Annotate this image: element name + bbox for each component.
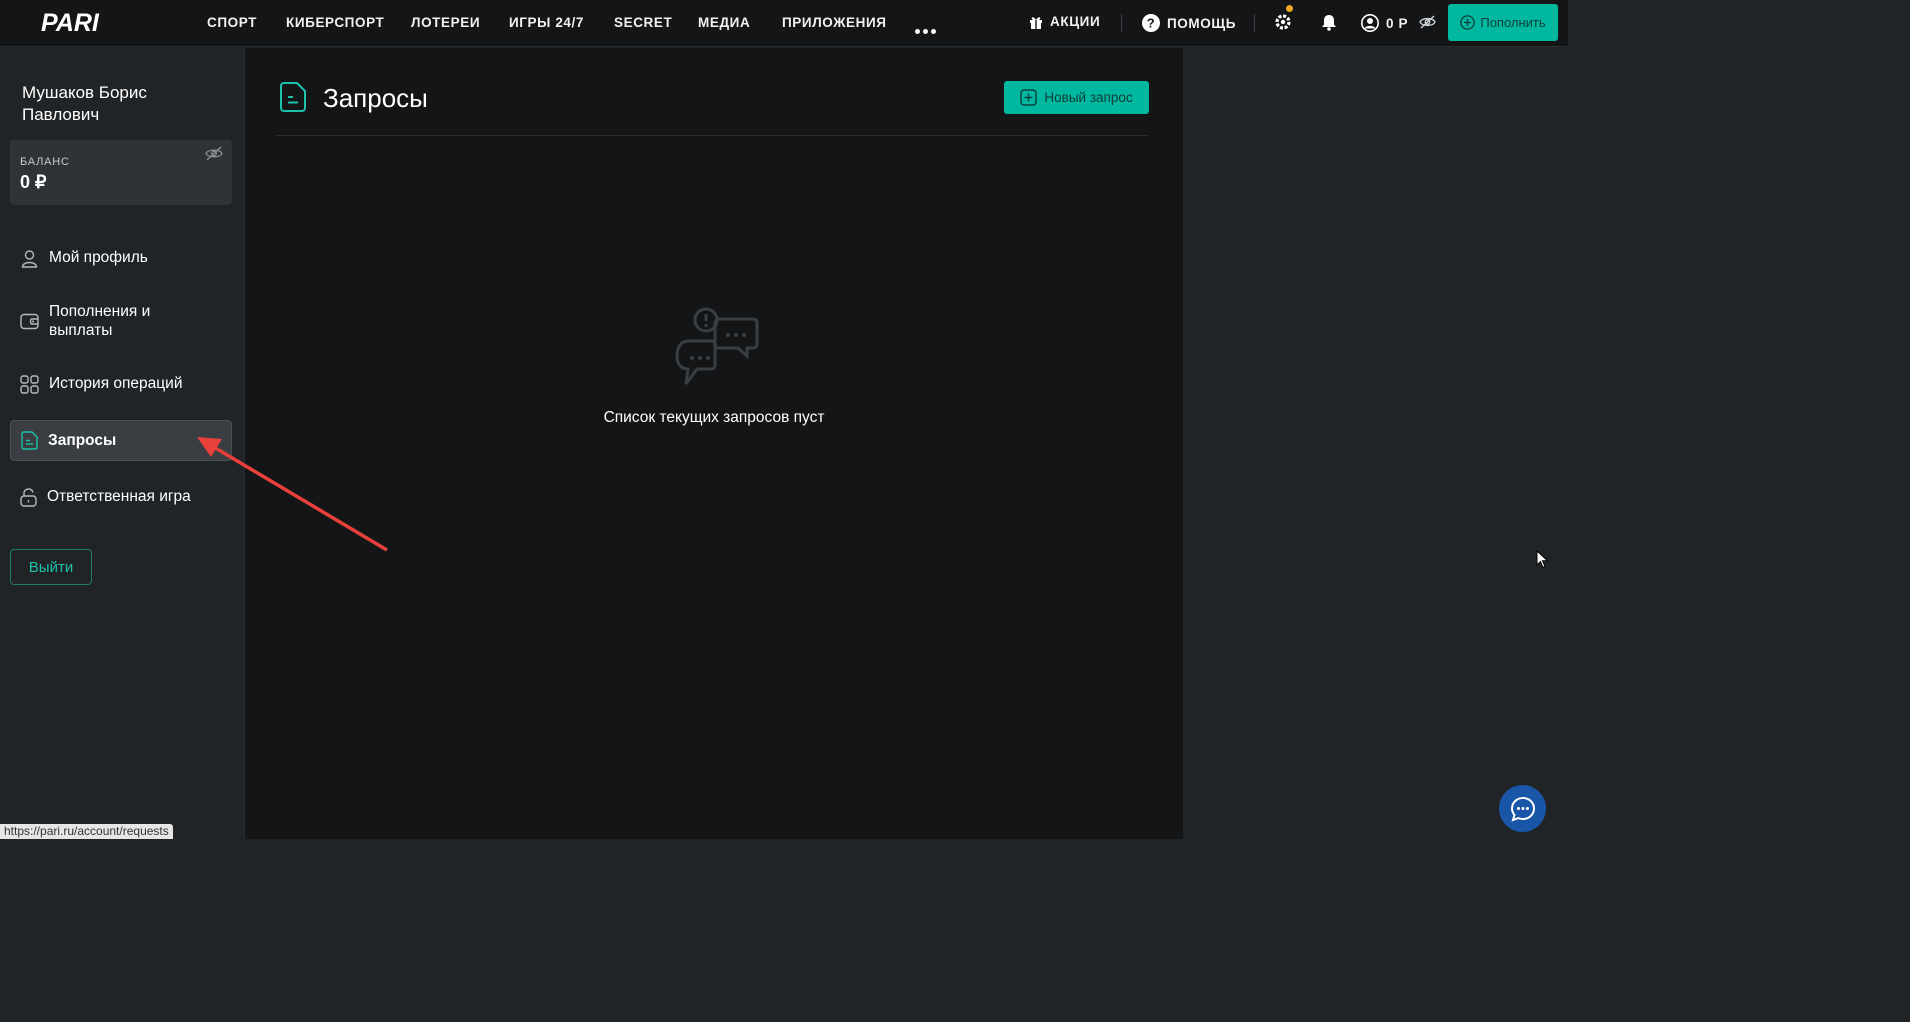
nav-esports[interactable]: КИБЕРСПОРТ (286, 15, 384, 30)
account-balance-button[interactable]: 0 Р (1361, 14, 1408, 32)
help-icon: ? (1142, 14, 1160, 32)
sidebar-item-label: История операций (49, 375, 183, 392)
settings-button[interactable] (1274, 5, 1293, 36)
sidebar-item-requests[interactable]: Запросы (10, 420, 232, 461)
sidebar-item-label: Ответственная игра (47, 488, 191, 505)
settings-notification-dot (1286, 5, 1293, 12)
svg-text:PARI: PARI (41, 9, 100, 35)
eye-off-icon (1419, 15, 1436, 29)
chat-bubbles-icon (675, 307, 759, 385)
topup-button[interactable]: Пополнить (1448, 4, 1558, 41)
sidebar-item-history[interactable]: История операций (10, 368, 232, 400)
help-label: ПОМОЩЬ (1167, 15, 1237, 31)
new-request-button[interactable]: Новый запрос (1004, 81, 1149, 114)
plus-circle-icon (1460, 15, 1476, 30)
notifications-button[interactable] (1321, 14, 1337, 36)
divider (276, 135, 1149, 136)
logout-button[interactable]: Выйти (10, 549, 92, 585)
new-request-label: Новый запрос (1044, 90, 1133, 105)
hide-balance-button[interactable] (1419, 15, 1436, 34)
plus-square-icon (1020, 89, 1038, 106)
sidebar-item-label: Запросы (48, 431, 117, 449)
lock-icon (20, 487, 37, 507)
header-balance: 0 Р (1386, 15, 1409, 31)
chat-icon (1510, 796, 1535, 822)
page-title: Запросы (323, 83, 428, 113)
help-link[interactable]: ? ПОМОЩЬ (1142, 14, 1236, 32)
browser-status-url: https://pari.ru/account/requests (0, 824, 173, 839)
nav-apps[interactable]: ПРИЛОЖЕНИЯ (782, 15, 887, 30)
promos-link[interactable]: АКЦИИ (1029, 14, 1100, 29)
gift-icon (1030, 16, 1042, 29)
empty-state-text: Список текущих запросов пуст (603, 409, 825, 426)
account-icon (1361, 14, 1379, 32)
main-content: Запросы Новый запрос Список текущих запр… (245, 48, 1183, 839)
nav-sport[interactable]: СПОРТ (207, 15, 257, 30)
account-sidebar: Мушаков Борис Павлович БАЛАНС 0 ₽ Мой пр… (0, 48, 245, 839)
document-icon (21, 431, 38, 450)
topup-label: Пополнить (1480, 15, 1546, 30)
wallet-icon (20, 313, 39, 329)
separator (1254, 14, 1255, 32)
top-navigation-bar: PARI СПОРТ КИБЕРСПОРТ ЛОТЕРЕИ ИГРЫ 24/7 … (0, 0, 1568, 47)
mouse-cursor-icon (1536, 550, 1549, 569)
gear-icon (1275, 14, 1291, 30)
nav-games-247[interactable]: ИГРЫ 24/7 (509, 15, 584, 30)
balance-value: 0 ₽ (20, 172, 47, 192)
balance-card: БАЛАНС 0 ₽ (10, 140, 232, 205)
sidebar-item-responsible-gaming[interactable]: Ответственная игра (10, 481, 232, 513)
support-chat-button[interactable] (1499, 785, 1546, 832)
grid-icon (20, 374, 39, 394)
document-icon (280, 82, 306, 112)
eye-off-icon[interactable] (205, 146, 223, 161)
sidebar-item-label: Мой профиль (49, 249, 148, 266)
svg-text:?: ? (1147, 16, 1156, 31)
bell-icon (1322, 15, 1336, 31)
more-dots-icon[interactable] (915, 21, 939, 39)
nav-lotteries[interactable]: ЛОТЕРЕИ (411, 15, 480, 30)
balance-title: БАЛАНС (20, 156, 70, 168)
separator (1121, 14, 1122, 32)
right-panel (1183, 48, 1568, 839)
sidebar-item-payments[interactable]: Пополнения и выплаты (10, 301, 232, 341)
sidebar-item-label: Пополнения и выплаты (49, 303, 151, 339)
pari-logo[interactable]: PARI (41, 9, 139, 35)
nav-secret[interactable]: SECRET (614, 15, 672, 30)
nav-media[interactable]: МЕДИА (698, 15, 750, 30)
user-icon (21, 249, 38, 268)
promos-label: АКЦИИ (1050, 14, 1101, 29)
sidebar-item-profile[interactable]: Мой профиль (10, 242, 232, 274)
user-name: Мушаков Борис Павлович (22, 83, 147, 124)
